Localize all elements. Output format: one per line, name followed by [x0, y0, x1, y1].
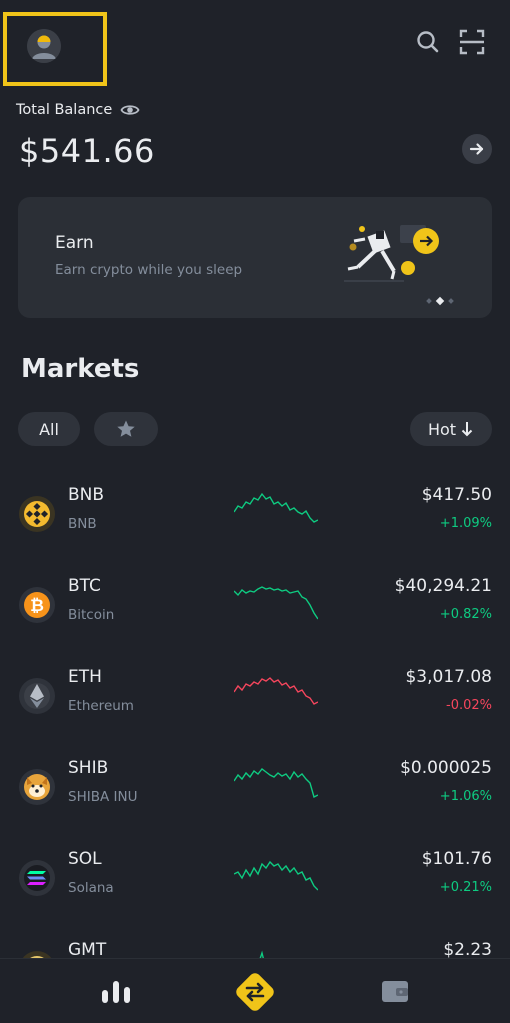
sort-hot-button[interactable]: Hot [410, 412, 492, 446]
wallet-nav-icon[interactable] [380, 978, 410, 1004]
total-balance-label: Total Balance [16, 100, 140, 120]
coin-name: SHIBA INU [68, 789, 138, 805]
sparkline-chart [234, 860, 318, 891]
eth-icon [19, 678, 55, 714]
coin-price: $2.23 [443, 940, 492, 960]
arrow-down-icon [461, 422, 473, 437]
market-row-sol[interactable]: SOL Solana $101.76 +0.21% [0, 844, 510, 914]
total-balance-text: Total Balance [16, 102, 113, 118]
sparkline-chart [234, 492, 318, 523]
earn-illustration [340, 219, 444, 291]
coin-change: +1.06% [439, 789, 492, 804]
coin-symbol: GMT [68, 940, 107, 960]
filter-all-button[interactable]: All [18, 412, 80, 446]
coin-price: $417.50 [421, 485, 492, 505]
market-row-bnb[interactable]: BNB BNB $417.50 +1.09% [0, 480, 510, 550]
coin-price: $40,294.21 [394, 576, 492, 596]
carousel-indicator [426, 296, 454, 306]
coin-name: Bitcoin [68, 607, 115, 623]
coin-symbol: BNB [68, 485, 105, 505]
coin-change: +0.82% [439, 607, 492, 622]
earn-banner[interactable]: Earn Earn crypto while you sleep [18, 197, 492, 318]
search-icon[interactable] [415, 29, 441, 55]
coin-name: Solana [68, 880, 114, 896]
coin-name: BNB [68, 516, 97, 532]
coin-symbol: SHIB [68, 758, 109, 778]
arrow-right-icon [469, 143, 484, 155]
sparkline-chart [234, 768, 318, 799]
star-icon [117, 420, 135, 437]
carousel-dot [448, 298, 454, 304]
coin-change: +1.09% [439, 516, 492, 531]
user-avatar-icon[interactable] [27, 29, 61, 63]
balance-details-button[interactable] [462, 134, 492, 164]
avatar-highlight[interactable] [3, 12, 107, 86]
market-row-btc[interactable]: ₿ BTC Bitcoin $40,294.21 +0.82% [0, 571, 510, 641]
coin-name: Ethereum [68, 698, 134, 714]
bnb-icon [19, 496, 55, 532]
favorites-filter-button[interactable] [94, 412, 158, 446]
trade-nav-icon[interactable] [231, 968, 279, 1016]
sol-icon [19, 860, 55, 896]
coin-price: $3,017.08 [405, 667, 492, 687]
carousel-dot-active [435, 296, 445, 306]
coin-symbol: SOL [68, 849, 102, 869]
shib-icon [19, 769, 55, 805]
scan-icon[interactable] [459, 29, 485, 55]
filter-all-label: All [39, 419, 59, 439]
coin-price: $0.000025 [400, 758, 492, 778]
eye-icon[interactable] [120, 100, 140, 120]
svg-text:₿: ₿ [30, 596, 44, 616]
market-row-shib[interactable]: SHIB SHIBA INU $0.000025 +1.06% [0, 753, 510, 823]
coin-symbol: ETH [68, 667, 102, 687]
market-row-eth[interactable]: ETH Ethereum $3,017.08 -0.02% [0, 662, 510, 732]
carousel-dot [426, 298, 432, 304]
bottom-navigation [0, 958, 510, 1023]
markets-nav-icon[interactable] [101, 979, 131, 1005]
btc-icon: ₿ [19, 587, 55, 623]
total-balance-value: $541.66 [19, 132, 155, 170]
top-bar [0, 0, 510, 92]
earn-title: Earn [55, 233, 94, 253]
markets-heading: Markets [21, 354, 140, 384]
earn-subtitle: Earn crypto while you sleep [55, 262, 243, 278]
sparkline-chart [234, 677, 318, 705]
coin-change: -0.02% [446, 698, 492, 713]
coin-change: +0.21% [439, 880, 492, 895]
coin-price: $101.76 [421, 849, 492, 869]
coin-symbol: BTC [68, 576, 101, 596]
sparkline-chart [234, 586, 318, 620]
sort-hot-label: Hot [427, 419, 457, 439]
